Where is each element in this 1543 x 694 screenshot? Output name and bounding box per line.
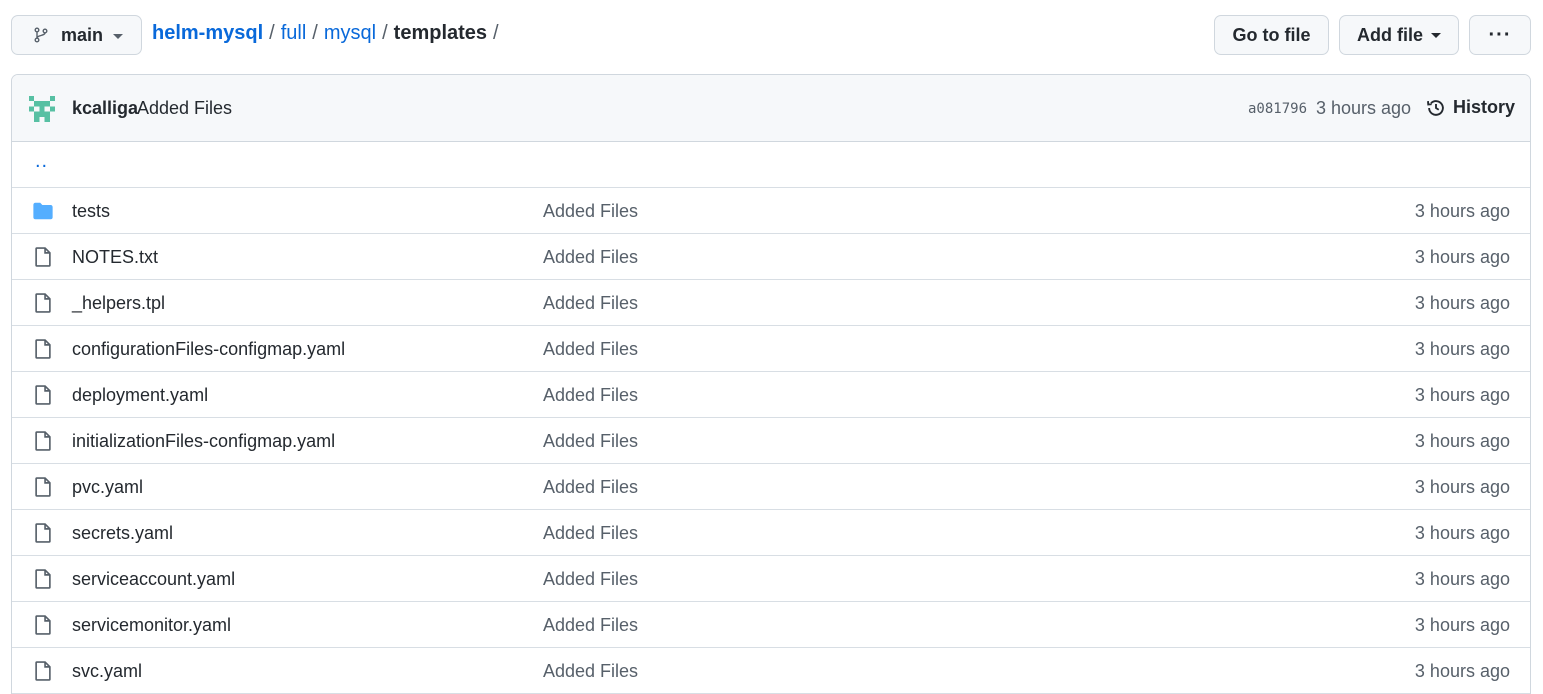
breadcrumb-separator: / xyxy=(312,22,318,44)
file-commit-message-link[interactable]: Added Files xyxy=(543,385,638,406)
breadcrumb-repo-link[interactable]: helm-mysql xyxy=(152,22,263,45)
history-icon xyxy=(1427,99,1444,116)
file-name-link[interactable]: serviceaccount.yaml xyxy=(72,569,235,590)
file-commit-time: 3 hours ago xyxy=(1414,523,1510,543)
parent-directory-row[interactable]: .. xyxy=(12,142,1530,188)
file-row[interactable]: secrets.yaml Added Files 3 hours ago xyxy=(12,510,1530,556)
file-row[interactable]: servicemonitor.yaml Added Files 3 hours ag… xyxy=(12,602,1530,648)
file-navigation: main helm-mysql / full / mysql / templat… xyxy=(0,0,1543,70)
file-row[interactable]: NOTES.txt Added Files 3 hours ago xyxy=(12,234,1530,280)
file-commit-message-link[interactable]: Added Files xyxy=(543,201,638,222)
file-row[interactable]: configurationFiles-configmap.yaml Added F… xyxy=(12,326,1530,372)
file-commit-message-link[interactable]: Added Files xyxy=(543,477,638,498)
commit-message-link[interactable]: Added Files xyxy=(137,98,232,119)
breadcrumb-separator: / xyxy=(269,22,275,44)
latest-commit-header: kcalliga Added Files a081796 3 hours ago… xyxy=(12,75,1530,142)
file-icon xyxy=(32,430,54,452)
file-commit-message-link[interactable]: Added Files xyxy=(543,431,638,452)
file-commit-message-link[interactable]: Added Files xyxy=(543,661,638,682)
file-commit-message-link[interactable]: Added Files xyxy=(543,615,638,636)
file-rows: tests Added Files 3 hours ago NOTES.txt Adde… xyxy=(12,188,1530,694)
file-name-link[interactable]: configurationFiles-configmap.yaml xyxy=(72,339,345,360)
file-commit-message-link[interactable]: Added Files xyxy=(543,523,638,544)
commit-author-link[interactable]: kcalliga xyxy=(72,98,138,119)
breadcrumb-link-mysql[interactable]: mysql xyxy=(324,22,376,45)
more-options-button[interactable]: ··· xyxy=(1469,15,1531,55)
branch-select-button[interactable]: main xyxy=(11,15,142,55)
file-row[interactable]: pvc.yaml Added Files 3 hours ago xyxy=(12,464,1530,510)
file-row[interactable]: _helpers.tpl Added Files 3 hours ago xyxy=(12,280,1530,326)
file-commit-message-link[interactable]: Added Files xyxy=(543,339,638,360)
file-name-link[interactable]: pvc.yaml xyxy=(72,477,143,498)
file-commit-time: 3 hours ago xyxy=(1414,661,1510,681)
avatar[interactable] xyxy=(29,96,55,122)
breadcrumb-separator: / xyxy=(493,22,499,44)
chevron-down-icon xyxy=(113,33,124,39)
file-commit-time: 3 hours ago xyxy=(1414,339,1510,359)
branch-name: main xyxy=(61,24,104,45)
file-name-link[interactable]: deployment.yaml xyxy=(72,385,208,406)
file-commit-time: 3 hours ago xyxy=(1414,477,1510,497)
file-list: kcalliga Added Files a081796 3 hours ago… xyxy=(11,74,1531,694)
parent-directory-link[interactable]: .. xyxy=(35,150,48,173)
file-icon xyxy=(32,522,54,544)
breadcrumb-link-full[interactable]: full xyxy=(281,22,307,45)
file-commit-time: 3 hours ago xyxy=(1414,293,1510,313)
file-icon xyxy=(32,384,54,406)
file-row[interactable]: deployment.yaml Added Files 3 hours ago xyxy=(12,372,1530,418)
file-icon xyxy=(32,246,54,268)
file-row[interactable]: svc.yaml Added Files 3 hours ago xyxy=(12,648,1530,694)
file-commit-time: 3 hours ago xyxy=(1414,201,1510,221)
file-commit-time: 3 hours ago xyxy=(1414,385,1510,405)
file-row[interactable]: tests Added Files 3 hours ago xyxy=(12,188,1530,234)
go-to-file-button[interactable]: Go to file xyxy=(1214,15,1329,55)
file-icon xyxy=(32,660,54,682)
file-icon xyxy=(32,476,54,498)
file-name-link[interactable]: servicemonitor.yaml xyxy=(72,615,231,636)
file-commit-message-link[interactable]: Added Files xyxy=(543,247,638,268)
commit-time: 3 hours ago xyxy=(1316,98,1412,118)
add-file-button[interactable]: Add file xyxy=(1339,15,1459,55)
file-commit-time: 3 hours ago xyxy=(1414,431,1510,451)
file-commit-time: 3 hours ago xyxy=(1414,247,1510,267)
breadcrumb-current: templates xyxy=(393,22,488,44)
file-commit-message-link[interactable]: Added Files xyxy=(543,569,638,590)
file-icon xyxy=(32,614,54,636)
file-name-link[interactable]: secrets.yaml xyxy=(72,523,173,544)
file-icon xyxy=(32,292,54,314)
breadcrumb-separator: / xyxy=(382,22,388,44)
file-icon xyxy=(32,568,54,590)
file-name-link[interactable]: svc.yaml xyxy=(72,661,142,682)
history-label: History xyxy=(1453,97,1516,117)
file-name-link[interactable]: NOTES.txt xyxy=(72,247,158,268)
file-icon xyxy=(32,338,54,360)
file-name-link[interactable]: initializationFiles-configmap.yaml xyxy=(72,431,335,452)
git-branch-icon xyxy=(34,27,48,43)
file-name-link[interactable]: tests xyxy=(72,201,110,222)
breadcrumb: helm-mysql / full / mysql / templates / xyxy=(152,22,505,45)
folder-icon xyxy=(32,200,54,222)
add-file-label: Add file xyxy=(1357,24,1423,45)
file-commit-time: 3 hours ago xyxy=(1414,615,1510,635)
file-row[interactable]: serviceaccount.yaml Added Files 3 hours ag… xyxy=(12,556,1530,602)
chevron-down-icon xyxy=(1431,32,1441,38)
file-commit-time: 3 hours ago xyxy=(1414,569,1510,589)
file-row[interactable]: initializationFiles-configmap.yaml Added … xyxy=(12,418,1530,464)
history-link[interactable]: History xyxy=(1426,97,1515,118)
file-name-link[interactable]: _helpers.tpl xyxy=(72,293,165,314)
commit-sha-link[interactable]: a081796 xyxy=(1248,101,1307,117)
file-commit-message-link[interactable]: Added Files xyxy=(543,293,638,314)
